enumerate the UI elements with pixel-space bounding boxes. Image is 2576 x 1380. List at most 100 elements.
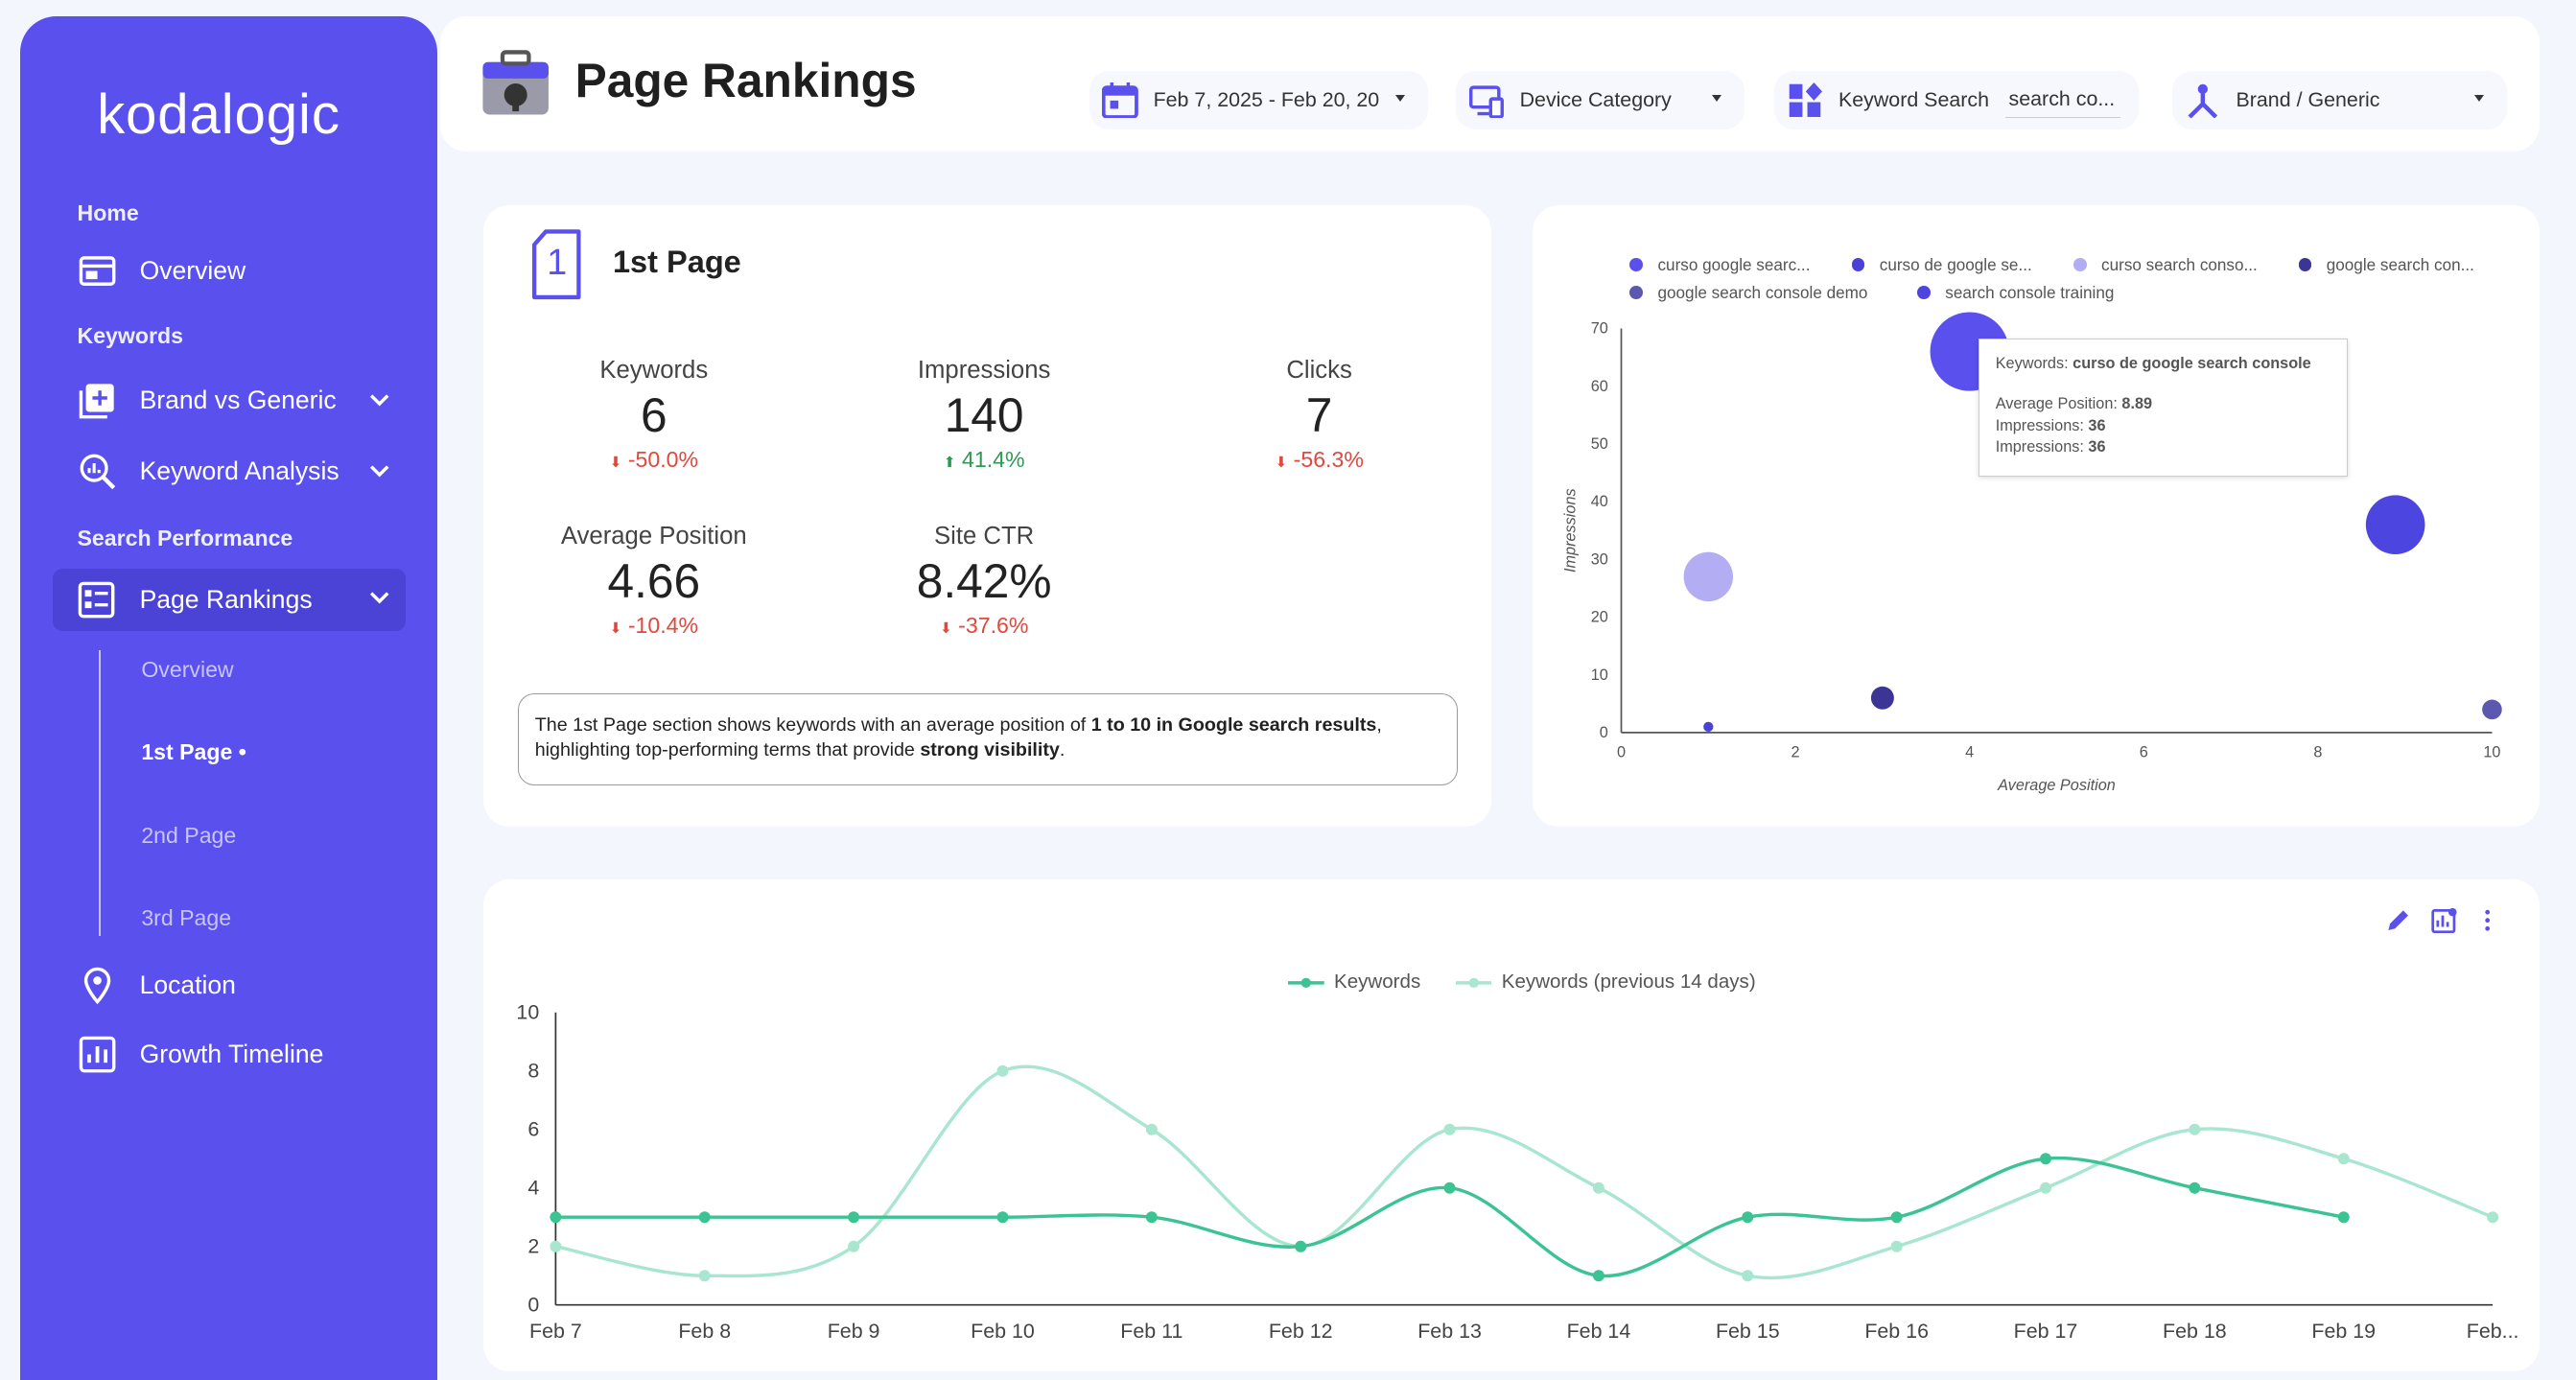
keyword-search-input[interactable]: search co... <box>2005 82 2121 118</box>
x-tick-label: Feb 17 <box>2013 1319 2077 1342</box>
add-box-icon <box>79 384 114 419</box>
kpi-keywords: Keywords 6 ⬇ -50.0% <box>489 357 818 473</box>
keyword-search-filter: Keyword Search search co... <box>1774 70 2140 130</box>
date-range-picker[interactable]: Feb 7, 2025 - Feb 20, 20 <box>1089 70 1428 130</box>
y-tick-label: 60 <box>1591 378 1608 395</box>
dashboard-icon <box>79 256 115 287</box>
fork-icon <box>2188 83 2218 119</box>
data-point <box>847 1240 859 1252</box>
note-text: . <box>1059 739 1066 761</box>
kpi-average-position: Average Position 4.66 ⬇ -10.4% <box>489 523 818 639</box>
y-tick-label: 40 <box>1591 493 1608 510</box>
caret-down-icon <box>2474 95 2485 103</box>
y-tick-label: 20 <box>1591 609 1608 626</box>
badge-number: 1 <box>547 241 568 282</box>
header: Page Rankings Feb 7, 2025 - Feb 20, 20 D… <box>440 16 2541 152</box>
subnav-1st-page[interactable]: 1st Page • <box>141 739 246 765</box>
summary-card: 1 1st Page Keywords 6 ⬇ -50.0% Impressions 1… <box>482 205 1492 827</box>
x-tick-label: Feb 18 <box>2163 1319 2227 1342</box>
kpi-delta: ⬆ 41.4% <box>820 447 1149 473</box>
x-tick-label: 4 <box>1965 744 1974 761</box>
scatter-point <box>1871 686 1895 710</box>
section-home: Home <box>77 199 139 225</box>
kpi-delta: ⬇ -10.4% <box>489 613 818 639</box>
x-tick-label: Feb 11 <box>1120 1319 1183 1342</box>
chart-tooltip: Keywords: curso de google search console… <box>1978 338 2348 477</box>
section-search-performance: Search Performance <box>77 526 293 551</box>
x-tick-label: Feb 8 <box>678 1319 731 1342</box>
tooltip-value: 8.89 <box>2121 395 2153 413</box>
kpi-value: 4.66 <box>607 554 701 609</box>
scatter-point <box>1683 551 1734 602</box>
kpi-delta-value: 41.4% <box>962 446 1025 472</box>
data-point <box>698 1269 711 1281</box>
tooltip-label: Average Position: <box>1995 395 2122 413</box>
sidebar-item-location[interactable]: Location <box>78 956 407 1016</box>
sidebar-item-growth-timeline[interactable]: Growth Timeline <box>78 1025 407 1085</box>
arrow-down-icon: ⬇ <box>609 454 622 471</box>
scatter-chart: 0 2 4 6 8 10 0 10 20 30 40 50 60 70 Average Position Im… <box>1562 312 2503 794</box>
arrow-up-icon: ⬆ <box>943 454 956 471</box>
brand-generic-value: Brand / Generic <box>2236 87 2380 111</box>
chevron-down-icon[interactable] <box>366 387 392 413</box>
line-chart: Feb 7 Feb 8 Feb 9 Feb 10 Feb 11 Feb 12 Feb 13 F… <box>516 1000 2518 1342</box>
sidebar-item-label: Brand vs Generic <box>139 386 337 415</box>
data-point <box>1890 1240 1903 1252</box>
kpi-site-ctr: Site CTR 8.42% ⬇ -37.6% <box>820 523 1149 639</box>
kpi-label: Keywords <box>599 356 709 384</box>
data-point <box>1145 1123 1158 1135</box>
line-chart-card: Keywords Keywords (previous 14 days) Feb … <box>482 878 2541 1372</box>
x-tick-label: Feb 19 <box>2311 1319 2376 1342</box>
scatter-point <box>1703 721 1714 733</box>
y-tick-label: 50 <box>1591 435 1608 453</box>
caret-down-icon <box>1394 95 1405 103</box>
chevron-down-icon[interactable] <box>366 458 392 484</box>
device-category-select[interactable]: Device Category <box>1455 70 1745 130</box>
tooltip-value: 36 <box>2088 416 2106 434</box>
chevron-down-icon[interactable] <box>366 585 392 611</box>
kpi-value: 6 <box>640 388 667 443</box>
x-tick-label: 2 <box>1791 744 1800 761</box>
section-keywords: Keywords <box>77 323 183 349</box>
x-tick-label: Feb 12 <box>1269 1319 1333 1342</box>
subnav-overview[interactable]: Overview <box>141 657 233 683</box>
note-bold: strong visibility <box>920 739 1060 761</box>
x-tick-label: Feb 10 <box>971 1319 1035 1342</box>
kpi-clicks: Clicks 7 ⬇ -56.3% <box>1155 357 1484 473</box>
sidebar-item-brand-vs-generic[interactable]: Brand vs Generic <box>78 371 407 431</box>
sidebar-item-overview[interactable]: Overview <box>78 242 407 301</box>
tooltip-value: curso de google search console <box>2073 354 2311 372</box>
x-tick-label: 0 <box>1617 744 1626 761</box>
devices-icon <box>1468 85 1504 119</box>
x-tick-label: Feb 9 <box>827 1319 879 1342</box>
kpi-delta-value: -10.4% <box>627 612 699 638</box>
y-tick-label: 2 <box>527 1234 539 1257</box>
tooltip-label: Impressions: <box>1995 437 2089 456</box>
x-tick-label: 6 <box>2140 744 2148 761</box>
sidebar-item-keyword-analysis[interactable]: Keyword Analysis <box>78 442 407 502</box>
y-tick-label: 0 <box>527 1293 539 1316</box>
x-tick-label: Feb 15 <box>1716 1319 1780 1342</box>
kpi-label: Impressions <box>917 356 1051 384</box>
x-axis-title: Average Position <box>1997 777 2116 794</box>
subnav-2nd-page[interactable]: 2nd Page <box>141 823 236 849</box>
sidebar-item-label: Keyword Analysis <box>139 456 340 486</box>
brand-generic-select[interactable]: Brand / Generic <box>2171 70 2508 130</box>
kpi-delta-value: -50.0% <box>627 446 699 472</box>
x-tick-label: Feb 16 <box>1864 1319 1929 1342</box>
x-tick-label: Feb 13 <box>1417 1319 1482 1342</box>
y-tick-label: 10 <box>516 1000 539 1023</box>
sidebar-item-page-rankings[interactable]: Page Rankings <box>52 568 407 631</box>
y-tick-label: 8 <box>527 1059 539 1082</box>
keyword-search-label: Keyword Search <box>1838 87 1989 111</box>
scatter-point <box>2482 699 2503 720</box>
calendar-icon <box>1102 82 1139 119</box>
data-point <box>2039 1181 2051 1194</box>
y-tick-label: 10 <box>1591 667 1608 684</box>
kpi-delta: ⬇ -37.6% <box>820 613 1149 639</box>
kpi-label: Average Position <box>560 522 747 550</box>
subnav-3rd-page[interactable]: 3rd Page <box>141 905 231 931</box>
data-point <box>1592 1269 1604 1281</box>
data-point <box>2039 1152 2051 1164</box>
logo: kodalogic <box>97 82 340 146</box>
